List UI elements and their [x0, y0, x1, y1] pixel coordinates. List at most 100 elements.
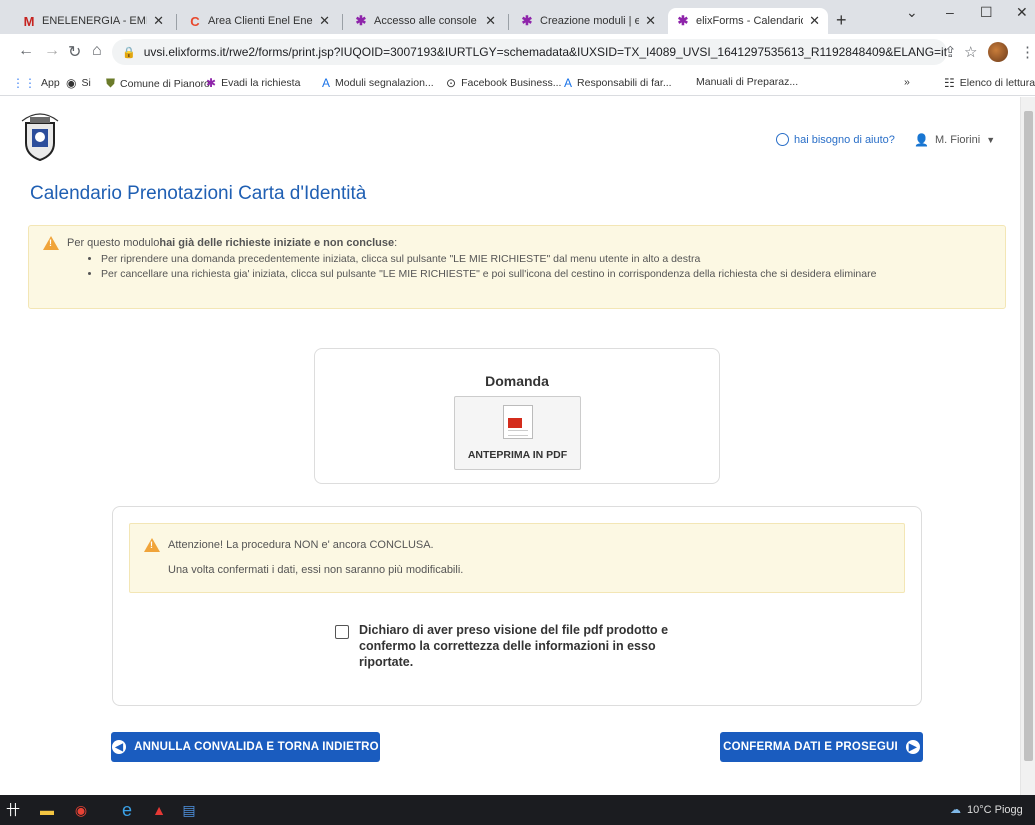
bookmark-manuali[interactable]: Manuali di Preparaz...	[696, 76, 798, 88]
tab-enelenergia[interactable]: M ENELENERGIA - EMISSION ✕	[14, 8, 172, 34]
bookmark-label: Si	[81, 77, 91, 89]
windows-taskbar: 卄 ▬ ◉ e ▲ ▤ ☁ 10°C Piogg	[0, 795, 1035, 825]
reading-list[interactable]: ☷ Elenco di lettura	[944, 76, 1035, 90]
confirm-button-label: CONFERMA DATI E PROSEGUI	[723, 741, 898, 753]
bookmark-overflow[interactable]: »	[904, 76, 910, 88]
menu-dots-icon[interactable]: ⋮	[1020, 43, 1035, 61]
bookmark-moduli[interactable]: A Moduli segnalazion...	[322, 76, 434, 90]
tab-separator	[176, 14, 177, 30]
procedure-warning: Attenzione! La procedura NON e' ancora C…	[129, 523, 905, 593]
pdf-preview-card: Domanda ANTEPRIMA IN PDF	[314, 348, 720, 484]
pdf-preview-button[interactable]: ANTEPRIMA IN PDF	[454, 396, 581, 470]
close-window-icon[interactable]: ✕	[1016, 4, 1028, 21]
close-icon[interactable]: ✕	[485, 13, 496, 29]
cloud-rain-icon: ☁	[950, 804, 961, 816]
elixforms-icon: ✱	[355, 13, 367, 28]
notice-heading: Per questo modulo hai già delle richiest…	[43, 236, 991, 250]
bookmark-facebook[interactable]: ⊙ Facebook Business...	[446, 76, 561, 90]
globe-icon: ◉	[66, 76, 77, 90]
comune-pianoro-logo	[21, 113, 59, 162]
warning-text-2: Una volta confermati i dati, essi non sa…	[168, 564, 464, 576]
confirmation-panel: Attenzione! La procedura NON e' ancora C…	[112, 506, 922, 706]
scrollbar-thumb[interactable]	[1024, 111, 1033, 761]
new-tab-icon[interactable]: +	[836, 10, 847, 31]
bookmark-app[interactable]: ⋮⋮ App	[12, 76, 60, 90]
bookmarks-bar: ⋮⋮ App ◉ Si ⛊ Comune di Pianoro ✱ Evadi la r…	[0, 70, 1035, 96]
help-link[interactable]: hai bisogno di aiuto?	[776, 133, 895, 146]
reading-list-icon: ☷	[944, 76, 955, 90]
notice-suffix: :	[394, 237, 398, 249]
list-item: Per riprendere una domanda precedentemen…	[101, 253, 991, 265]
user-name: M. Fiorini	[934, 134, 981, 146]
list-item: Per cancellare una richiesta gia' inizia…	[101, 268, 991, 280]
enel-icon: C	[190, 13, 200, 29]
star-icon[interactable]: ☆	[964, 43, 977, 61]
user-icon: 👤	[914, 133, 929, 147]
forms-icon: A	[564, 76, 573, 90]
taskbar-search-icon[interactable]: 卄	[4, 801, 22, 819]
profile-avatar[interactable]	[988, 42, 1008, 62]
forward-arrow-icon[interactable]: →	[44, 42, 60, 60]
acrobat-icon[interactable]: ▲	[150, 801, 168, 819]
user-menu[interactable]: 👤 M. Fiorini ▼	[914, 133, 995, 147]
double-chevron-icon: »	[904, 76, 910, 88]
pdf-card-title: Domanda	[485, 373, 549, 389]
chevron-down-icon[interactable]: ⌄	[906, 4, 918, 21]
tab-calendario[interactable]: ✱ elixForms - Calendario Pre ✕	[668, 8, 828, 34]
reload-icon[interactable]: ↻	[68, 42, 81, 62]
cancel-and-go-back-button[interactable]: ◀ ANNULLA CONVALIDA E TORNA INDIETRO	[111, 732, 380, 762]
document-icon[interactable]: ▤	[180, 801, 198, 819]
help-label: hai bisogno di aiuto?	[794, 133, 895, 146]
home-icon[interactable]: ⌂	[92, 42, 102, 60]
warning-text-1: Attenzione! La procedura NON e' ancora C…	[168, 539, 434, 551]
arrow-right-circle-icon: ▶	[905, 740, 920, 754]
weather-widget[interactable]: ☁ 10°C Piogg	[950, 803, 1023, 817]
close-icon[interactable]: ✕	[319, 13, 330, 29]
close-icon[interactable]: ✕	[153, 13, 164, 29]
pdf-preview-label: ANTEPRIMA IN PDF	[467, 449, 568, 461]
bookmark-comune[interactable]: ⛊ Comune di Pianoro	[106, 76, 210, 91]
address-bar[interactable]: 🔒 uvsi.elixforms.it/rwe2/forms/print.jsp…	[112, 39, 947, 65]
elixforms-icon: ✱	[206, 76, 217, 90]
arrow-left-circle-icon: ◀	[112, 740, 127, 754]
tab-separator	[508, 14, 509, 30]
apps-icon: ⋮⋮	[12, 76, 36, 90]
tab-strip: M ENELENERGIA - EMISSION ✕ C Area Client…	[0, 0, 1035, 34]
page-title: Calendario Prenotazioni Carta d'Identità	[30, 183, 367, 204]
bookmark-responsabili[interactable]: A Responsabili di far...	[564, 76, 672, 90]
pending-requests-notice: Per questo modulo hai già delle richiest…	[28, 225, 1006, 309]
tab-creazione-moduli[interactable]: ✱ Creazione moduli | elixFor ✕	[512, 8, 664, 34]
share-icon[interactable]: ⇪	[944, 43, 957, 61]
forms-icon: A	[322, 76, 331, 90]
tab-title: Area Clienti Enel Energia	[208, 15, 313, 27]
bookmark-si[interactable]: ◉ Si	[66, 76, 91, 90]
weather-text: 10°C Piogg	[967, 803, 1023, 816]
bookmark-evadi[interactable]: ✱ Evadi la richiesta	[206, 76, 300, 90]
confirm-and-proceed-button[interactable]: CONFERMA DATI E PROSEGUI ▶	[720, 732, 923, 762]
page-content: hai bisogno di aiuto? 👤 M. Fiorini ▼ Cal…	[0, 97, 1020, 795]
bookmark-label: Facebook Business...	[461, 77, 562, 89]
chrome-icon[interactable]: ◉	[72, 801, 90, 819]
facebook-business-icon: ⊙	[446, 76, 457, 90]
declaration-checkbox[interactable]	[335, 625, 349, 639]
tab-title: Creazione moduli | elixFor	[540, 15, 640, 27]
minimize-icon[interactable]: –	[946, 4, 954, 20]
back-arrow-icon[interactable]: ←	[18, 42, 34, 60]
tab-title: Accesso alle console | elixF	[374, 15, 479, 27]
maximize-icon[interactable]: ☐	[980, 4, 993, 21]
tab-area-clienti[interactable]: C Area Clienti Enel Energia ✕	[180, 8, 338, 34]
bookmark-label: Comune di Pianoro	[120, 77, 210, 90]
file-explorer-icon[interactable]: ▬	[38, 801, 56, 819]
page-scrollbar[interactable]	[1020, 97, 1035, 795]
bookmark-label: Responsabili di far...	[577, 77, 672, 89]
close-icon[interactable]: ✕	[809, 13, 820, 29]
bookmark-label: Moduli segnalazion...	[335, 77, 434, 89]
tab-accesso-console[interactable]: ✱ Accesso alle console | elixF ✕	[346, 8, 504, 34]
internet-explorer-icon[interactable]: e	[118, 800, 136, 820]
crest-icon: ⛊	[106, 76, 116, 90]
notice-bold: hai già delle richieste iniziate e non c…	[159, 237, 395, 249]
close-icon[interactable]: ✕	[645, 13, 656, 29]
warning-line-1: Attenzione! La procedura NON e' ancora C…	[144, 538, 890, 552]
declaration-label[interactable]: Dichiaro di aver preso visione del file …	[359, 622, 699, 670]
tab-title: elixForms - Calendario Pre	[696, 15, 804, 27]
